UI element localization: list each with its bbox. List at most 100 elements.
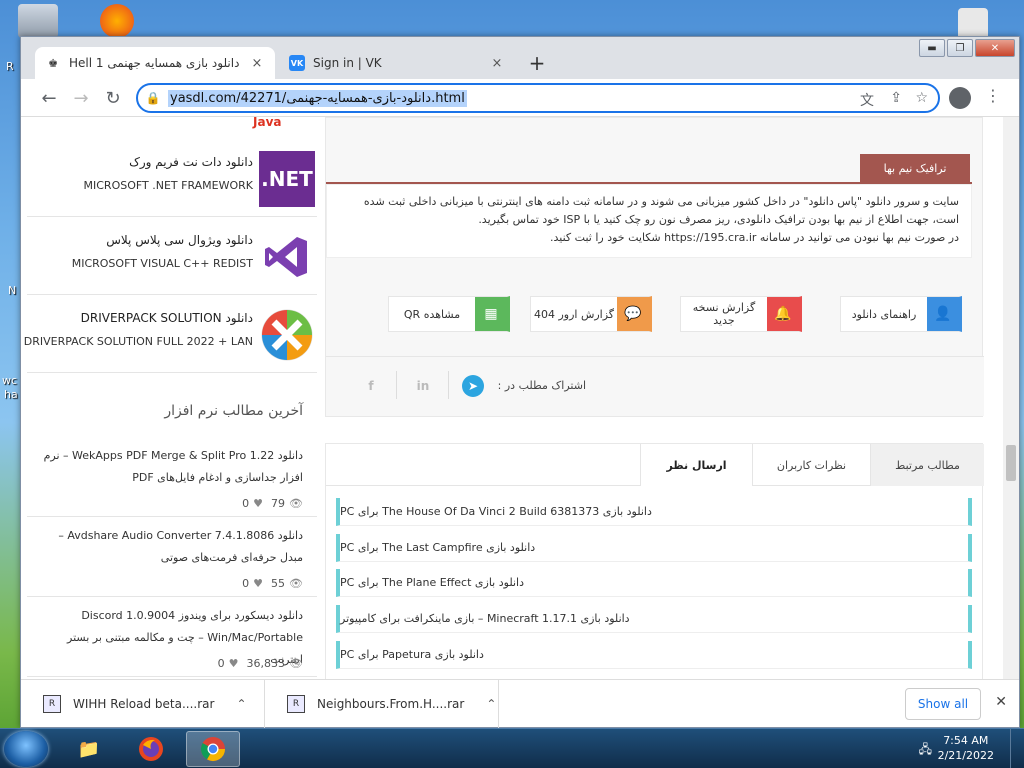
report-404-button[interactable]: 💬 گزارش ارور 404 [530,296,652,332]
related-post-title[interactable]: دانلود بازی The House Of Da Vinci 2 Buil… [340,505,652,518]
share-icon[interactable]: ⇪ [890,90,902,106]
back-button[interactable]: ← [37,86,61,110]
new-tab-button[interactable]: + [525,51,549,75]
rar-file-icon: R [43,695,61,713]
tab-favicon-icon: ♚ [48,56,58,70]
rar-file-icon: R [287,695,305,713]
related-post-title[interactable]: دانلود بازی Papetura برای PC [340,648,484,661]
chrome-taskbar-icon[interactable] [186,731,240,767]
downloads-bar: R WIHH Reload beta....rar ⌃ R Neighbours… [21,679,1019,728]
software-subtitle: MICROSOFT .NET FRAMEWORK [83,179,253,192]
tab-send-comment[interactable]: ارسال نظر [640,444,752,486]
download-item[interactable]: R WIHH Reload beta....rar ⌃ [21,680,265,728]
related-post-item[interactable]: دانلود بازی The Last Campfire برای PC [336,534,972,562]
share-divider [448,371,449,399]
url-text[interactable]: yasdl.com/42271/دانلود-بازی-همسایه-جهنمی… [168,89,467,107]
close-window-button[interactable]: ✕ [975,39,1015,57]
eye-icon: 👁 [289,577,303,590]
eye-icon: 👁 [289,657,303,670]
traffic-line-3: در صورت نیم بها نبودن می توانید در سامان… [550,231,959,244]
post-title[interactable]: دانلود WekApps PDF Merge & Split Pro 1.2… [33,445,303,489]
software-item[interactable]: دانلود دات نت فریم ورک MICROSOFT .NET FR… [27,139,317,217]
related-post-title[interactable]: دانلود بازی Minecraft 1.17.1 – بازی ماین… [340,612,630,625]
close-downloads-icon[interactable]: ✕ [995,694,1007,710]
tab-related-posts[interactable]: مطالب مرتبط [870,444,984,486]
firefox-taskbar-icon[interactable] [124,731,178,767]
explorer-taskbar-icon[interactable]: 📁 [62,731,116,767]
driverpack-logo-icon [259,307,315,363]
related-post-title[interactable]: دانلود بازی The Last Campfire برای PC [340,541,535,554]
tab-active[interactable]: ♚ دانلود بازی همسایه جهنمی 1 Hell × [35,47,275,79]
system-clock[interactable]: 7:54 AM 2/21/2022 [938,733,994,763]
menu-icon[interactable]: ⋮ [985,86,1001,105]
share-bar: اشتراک مطلب در : ➤ in f [326,356,984,416]
related-tabs: مطالب مرتبط نظرات کاربران ارسال نظر [326,444,984,486]
related-post-title[interactable]: دانلود بازی The Plane Effect برای PC [340,576,524,589]
related-post-item[interactable]: دانلود بازی Minecraft 1.17.1 – بازی ماین… [336,605,972,633]
tab-title: دانلود بازی همسایه جهنمی 1 Hell [69,56,240,70]
chevron-up-icon[interactable]: ⌃ [486,697,496,711]
share-divider [396,371,397,399]
address-bar[interactable]: 🔒 yasdl.com/42271/دانلود-بازی-همسایه-جهن… [136,83,940,113]
firefox-desktop-icon[interactable] [100,4,134,38]
software-name[interactable]: دانلود دات نت فریم ورک [129,155,253,169]
window-controls: ▬ ❐ ✕ [919,39,1015,57]
download-guide-button[interactable]: 👤 راهنمای دانلود [840,296,962,332]
software-name[interactable]: دانلود DRIVERPACK SOLUTION [81,311,253,325]
eye-icon: 👁 [289,497,303,510]
maximize-button[interactable]: ❐ [947,39,973,57]
latest-posts-heading: آخرین مطالب نرم افزار [164,403,303,419]
chevron-up-icon[interactable]: ⌃ [236,697,246,711]
clock-date: 2/21/2022 [937,749,994,762]
report-new-version-button[interactable]: 🔔 گزارش نسخه جدید [680,296,802,332]
facebook-icon[interactable]: f [360,375,382,397]
linkedin-icon[interactable]: in [412,375,434,397]
download-item[interactable]: R Neighbours.From.H....rar ⌃ [265,680,499,728]
minimize-button[interactable]: ▬ [919,39,945,57]
desktop-label-fragment: ha [4,388,18,401]
tab-vk[interactable]: VK Sign in | VK × [279,47,515,79]
browser-window: ♚ دانلود بازی همسایه جهنمی 1 Hell × VK S… [20,36,1020,728]
reload-button[interactable]: ↻ [101,86,125,110]
profile-avatar-icon[interactable] [949,87,971,109]
page-scrollbar[interactable] [1003,117,1019,679]
related-post-item[interactable]: دانلود بازی Papetura برای PC [336,641,972,669]
page-viewport: Java دانلود دات نت فریم ورک MICROSOFT .N… [21,117,1019,679]
translate-icon[interactable]: 文 [860,90,874,110]
telegram-icon[interactable]: ➤ [462,375,484,397]
tab-close-icon[interactable]: × [489,56,505,71]
forward-button[interactable]: → [69,86,93,110]
dotnet-logo-icon: .NET [259,151,315,207]
recycle-bin-icon[interactable] [18,4,58,38]
star-icon[interactable]: ☆ [915,90,928,106]
post-title[interactable]: دانلود Avdshare Audio Converter 7.4.1.80… [33,525,303,569]
latest-post-item[interactable]: دانلود Avdshare Audio Converter 7.4.1.80… [27,517,317,597]
software-item[interactable]: دانلود DRIVERPACK SOLUTION DRIVERPACK SO… [24,295,317,373]
latest-post-item[interactable]: دانلود WekApps PDF Merge & Split Pro 1.2… [27,437,317,517]
download-filename: WIHH Reload beta....rar [73,697,215,711]
button-label: راهنمای دانلود [851,307,917,321]
view-count: 79 👁 [271,497,303,510]
start-button[interactable] [4,731,48,767]
tab-close-icon[interactable]: × [249,56,265,71]
share-label: اشتراک مطلب در : [497,379,586,392]
software-item[interactable]: دانلود ویژوال سی پلاس پلاس MICROSOFT VIS… [27,217,317,295]
related-post-item[interactable]: دانلود بازی The House Of Da Vinci 2 Buil… [336,498,972,526]
lock-icon[interactable]: 🔒 [138,91,168,105]
download-info-card: ترافیک نیم بها سایت و سرور دانلود "پاس د… [325,117,984,417]
network-tray-icon[interactable]: 🖧 [919,740,932,761]
sidebar: Java دانلود دات نت فریم ورک MICROSOFT .N… [24,117,317,679]
scrollbar-thumb[interactable] [1006,445,1016,481]
latest-post-item[interactable]: دانلود دیسکورد برای ویندوز Discord 1.0.9… [27,597,317,677]
tab-user-comments[interactable]: نظرات کاربران [752,444,870,486]
tab-title: Sign in | VK [313,56,382,70]
software-name[interactable]: دانلود ویژوال سی پلاس پلاس [106,233,253,247]
like-count: 0 ♥ [242,577,264,590]
traffic-tab[interactable]: ترافیک نیم بها [860,154,970,182]
show-all-button[interactable]: Show all [905,688,981,720]
main-content: ترافیک نیم بها سایت و سرور دانلود "پاس د… [325,117,984,679]
related-post-item[interactable]: دانلود بازی The Plane Effect برای PC [336,569,972,597]
view-qr-button[interactable]: ▦ مشاهده QR [388,296,510,332]
show-desktop-button[interactable] [1010,729,1024,768]
tab-strip: ♚ دانلود بازی همسایه جهنمی 1 Hell × VK S… [21,37,1019,79]
